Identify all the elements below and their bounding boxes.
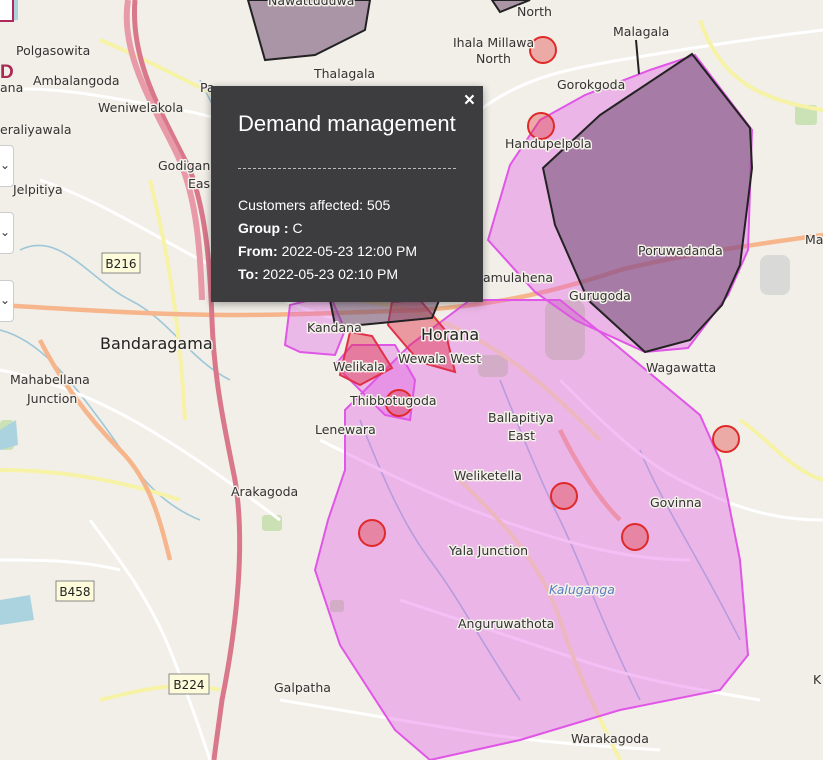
dropdown-control-2[interactable]: ⌄ bbox=[0, 212, 14, 254]
svg-text:Kandana: Kandana bbox=[307, 320, 362, 335]
to-row: To: 2022-05-23 02:10 PM bbox=[238, 263, 417, 286]
svg-text:B216: B216 bbox=[105, 257, 136, 271]
svg-text:Anguruwathota: Anguruwathota bbox=[458, 616, 554, 631]
marker[interactable] bbox=[712, 425, 740, 453]
svg-text:Yala Junction: Yala Junction bbox=[448, 543, 528, 558]
from-label: From: bbox=[238, 243, 278, 259]
svg-text:Galpatha: Galpatha bbox=[274, 680, 331, 695]
svg-text:Malagala: Malagala bbox=[613, 24, 669, 39]
svg-text:Govinna: Govinna bbox=[650, 495, 702, 510]
close-icon[interactable]: × bbox=[464, 90, 475, 112]
svg-text:eraliyawala: eraliyawala bbox=[0, 122, 72, 137]
svg-text:B224: B224 bbox=[173, 678, 204, 692]
svg-text:Arakagoda: Arakagoda bbox=[231, 484, 298, 499]
svg-text:Weliketella: Weliketella bbox=[454, 468, 522, 483]
svg-text:Gorokgoda: Gorokgoda bbox=[557, 77, 625, 92]
svg-text:Godigan: Godigan bbox=[158, 158, 210, 173]
svg-text:Bandaragama: Bandaragama bbox=[100, 334, 213, 353]
marker[interactable] bbox=[621, 523, 649, 551]
chevron-down-icon: ⌄ bbox=[0, 293, 10, 307]
svg-text:Thibbotugoda: Thibbotugoda bbox=[349, 393, 437, 408]
chevron-down-icon: ⌄ bbox=[0, 225, 10, 239]
svg-text:Lenewara: Lenewara bbox=[315, 422, 376, 437]
popup-divider bbox=[238, 168, 456, 169]
sidebar-tab[interactable] bbox=[0, 0, 14, 22]
group-value: C bbox=[292, 220, 303, 236]
svg-text:North: North bbox=[476, 51, 511, 66]
group-label: Group : bbox=[238, 220, 289, 236]
chevron-down-icon: ⌄ bbox=[0, 158, 10, 172]
road-shield-b224: B224 bbox=[168, 673, 210, 695]
customers-affected-label: Customers affected: bbox=[238, 197, 364, 213]
svg-text:Nawattuduwa: Nawattuduwa bbox=[268, 0, 354, 8]
svg-text:Ambalangoda: Ambalangoda bbox=[33, 73, 120, 88]
svg-text:Polgasowita: Polgasowita bbox=[16, 43, 90, 58]
svg-text:Warakagoda: Warakagoda bbox=[571, 731, 649, 746]
customers-affected-value: 505 bbox=[366, 197, 391, 213]
marker[interactable] bbox=[550, 482, 578, 510]
svg-text:Thalagala: Thalagala bbox=[313, 66, 375, 81]
svg-text:Welikala: Welikala bbox=[333, 359, 385, 374]
svg-text:amulahena: amulahena bbox=[483, 270, 553, 285]
demand-management-popup: × Demand management Customers affected: … bbox=[211, 86, 483, 302]
dropdown-control-1[interactable]: ⌄ bbox=[0, 145, 14, 187]
to-value: 2022-05-23 02:10 PM bbox=[262, 266, 399, 282]
marker[interactable] bbox=[358, 519, 386, 547]
group-row: Group : C bbox=[238, 217, 417, 240]
from-row: From: 2022-05-23 12:00 PM bbox=[238, 240, 417, 263]
brand-fragment: D bbox=[0, 62, 14, 83]
svg-text:Ballapitiya: Ballapitiya bbox=[488, 410, 554, 425]
svg-text:North: North bbox=[517, 4, 552, 19]
svg-text:Kalugangа: Kalugangа bbox=[549, 582, 615, 597]
customers-affected-row: Customers affected: 505 bbox=[238, 194, 417, 217]
svg-text:Poruwadanda: Poruwadanda bbox=[638, 243, 723, 258]
dropdown-control-3[interactable]: ⌄ bbox=[0, 280, 14, 322]
road-shield-b458: B458 bbox=[55, 580, 95, 602]
svg-text:Horana: Horana bbox=[421, 325, 479, 344]
svg-text:Handupelpola: Handupelpola bbox=[505, 136, 592, 151]
svg-text:Wewala West: Wewala West bbox=[398, 351, 481, 366]
popup-title: Demand management bbox=[238, 111, 456, 136]
svg-text:Ihala Millawa: Ihala Millawa bbox=[453, 35, 534, 50]
svg-text:Mahabellana: Mahabellana bbox=[10, 372, 90, 387]
svg-text:Junction: Junction bbox=[26, 391, 77, 406]
to-label: To: bbox=[238, 266, 259, 282]
svg-text:Wagawatta: Wagawatta bbox=[646, 360, 716, 375]
road-shield-b216: B216 bbox=[101, 252, 141, 274]
svg-text:East: East bbox=[508, 428, 535, 443]
svg-text:Ma: Ma bbox=[805, 232, 823, 247]
svg-text:K: K bbox=[813, 672, 822, 687]
svg-text:Weniwelakola: Weniwelakola bbox=[98, 100, 183, 115]
from-value: 2022-05-23 12:00 PM bbox=[281, 243, 417, 259]
svg-text:Jelpitiya: Jelpitiya bbox=[12, 182, 63, 197]
svg-text:Eas: Eas bbox=[188, 176, 210, 191]
svg-text:Gurugoda: Gurugoda bbox=[569, 288, 631, 303]
popup-body: Customers affected: 505 Group : C From: … bbox=[238, 194, 417, 286]
svg-text:B458: B458 bbox=[59, 585, 90, 599]
